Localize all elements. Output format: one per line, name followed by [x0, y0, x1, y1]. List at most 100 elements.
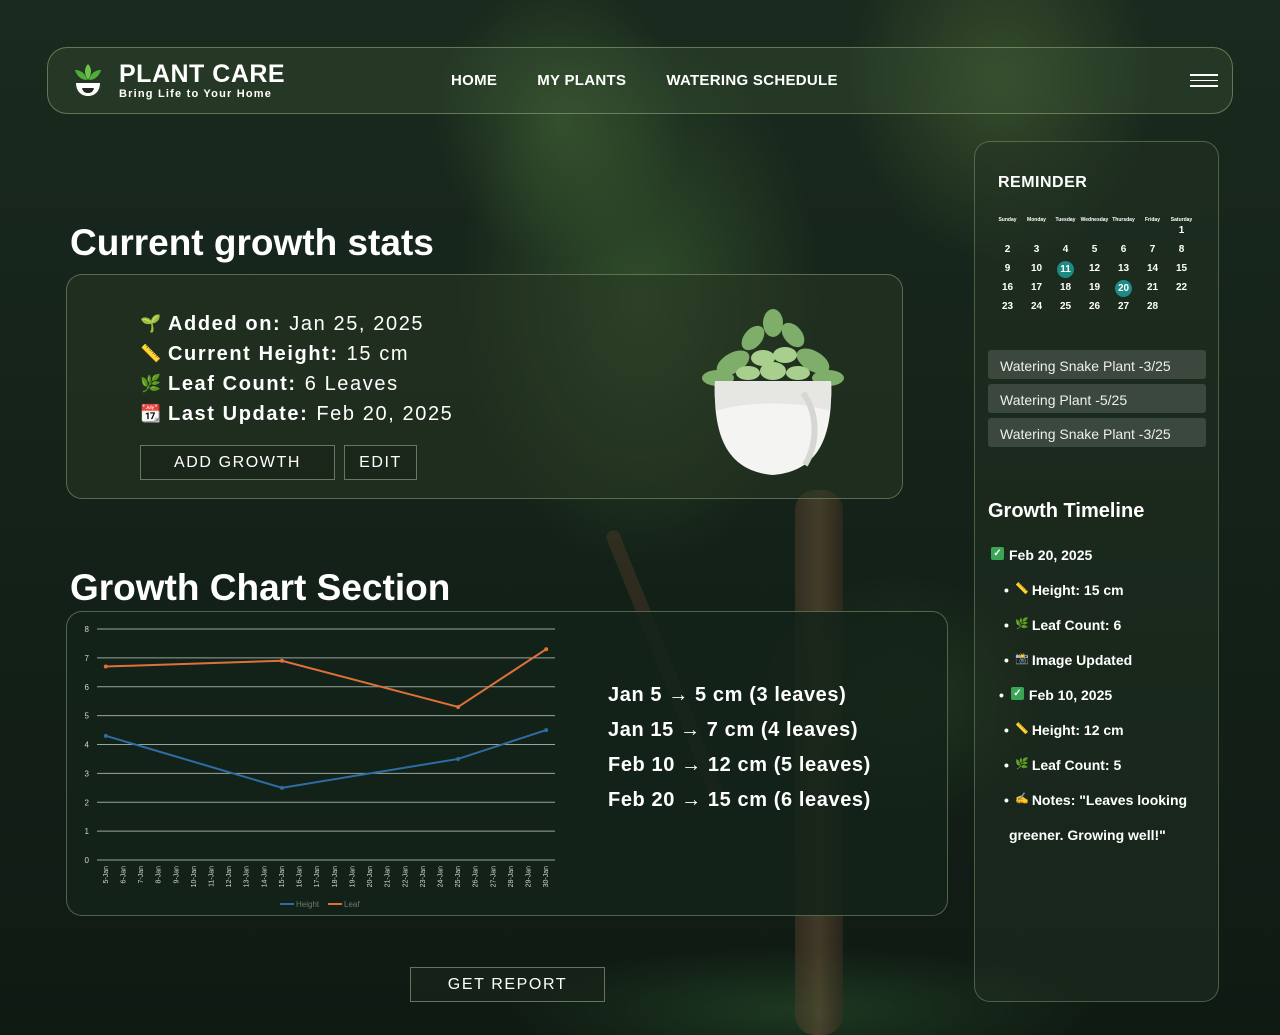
- x-tick-label: 16-Jan: [297, 866, 304, 888]
- timeline-item-text: greener. Growing well!": [1009, 827, 1166, 843]
- seedling-icon: 🌱: [140, 314, 163, 333]
- y-tick-label: 3: [85, 769, 90, 778]
- x-tick-label: 12-Jan: [226, 866, 233, 888]
- calendar-day[interactable]: 13: [1109, 261, 1138, 280]
- calendar-day: [1080, 223, 1109, 242]
- calendar-day[interactable]: 21: [1138, 280, 1167, 299]
- y-tick-label: 7: [85, 654, 90, 663]
- ruler-icon: 📏: [140, 344, 163, 363]
- nav-my-plants[interactable]: MY PLANTS: [537, 72, 626, 89]
- x-tick-label: 22-Jan: [402, 866, 409, 888]
- calendar-day[interactable]: 11: [1051, 261, 1080, 280]
- growth-notes: Jan 5 → 5 cm (3 leaves) Jan 15 → 7 cm (4…: [608, 684, 871, 824]
- nav-home[interactable]: HOME: [451, 72, 497, 89]
- y-tick-label: 4: [85, 741, 90, 750]
- y-tick-label: 2: [85, 798, 90, 807]
- stats-heading: Current growth stats: [70, 222, 434, 263]
- x-tick-label: 21-Jan: [385, 866, 392, 888]
- calendar-day[interactable]: 9: [993, 261, 1022, 280]
- calendar-day[interactable]: 14: [1138, 261, 1167, 280]
- hamburger-menu-icon[interactable]: [1190, 74, 1218, 88]
- calendar-day[interactable]: 20: [1109, 280, 1138, 299]
- x-tick-label: 10-Jan: [191, 866, 198, 888]
- x-tick-label: 6-Jan: [120, 866, 127, 884]
- calendar-day[interactable]: 4: [1051, 242, 1080, 261]
- calendar-day[interactable]: 18: [1051, 280, 1080, 299]
- calendar-day: [993, 223, 1022, 242]
- calendar-day[interactable]: 1: [1167, 223, 1196, 242]
- calendar-day[interactable]: 27: [1109, 299, 1138, 318]
- timeline-emoji-icon: 📏: [1012, 583, 1032, 595]
- timeline-item-text: Height: 12 cm: [1031, 722, 1124, 738]
- bullet: •: [1004, 722, 1009, 738]
- calendar-day[interactable]: 28: [1138, 299, 1167, 318]
- calendar-day: [1138, 223, 1167, 242]
- x-tick-label: 7-Jan: [138, 866, 145, 884]
- check-icon: ✓: [991, 547, 1004, 560]
- x-tick-label: 8-Jan: [156, 866, 163, 884]
- calendar-day[interactable]: 2: [993, 242, 1022, 261]
- growth-line-chart: 0 1 2 3 4 5 6 7 8 5-Jan 6-Jan 7-Jan 8-Jan 9-Jan 10-Jan…: [85, 625, 555, 909]
- timeline-emoji-icon: 🌿: [1012, 618, 1032, 630]
- calendar-day[interactable]: 19: [1080, 280, 1109, 299]
- calendar-day[interactable]: 15: [1167, 261, 1196, 280]
- x-tick-label: 20-Jan: [367, 866, 374, 888]
- data-point: [279, 785, 284, 790]
- calendar-day[interactable]: 16: [993, 280, 1022, 299]
- add-growth-button[interactable]: ADD GROWTH: [140, 445, 335, 480]
- calendar-day[interactable]: 7: [1138, 242, 1167, 261]
- chart-heading: Growth Chart Section: [70, 567, 451, 608]
- calendar-day[interactable]: 23: [993, 299, 1022, 318]
- edit-button[interactable]: EDIT: [344, 445, 417, 480]
- growth-timeline: ✓ Feb 20, 2025 • 📏 Height: 15 cm • 🌿 Leaf C…: [991, 547, 1216, 862]
- stat-current-height: 📏 Current Height: 15 cm: [140, 342, 410, 365]
- data-point: [544, 647, 549, 652]
- logo[interactable]: PLANT CARE Bring Life to Your Home: [70, 58, 285, 102]
- calendar-day[interactable]: 22: [1167, 280, 1196, 299]
- nav-watering-schedule[interactable]: WATERING SCHEDULE: [666, 72, 838, 89]
- calendar-day: [1022, 223, 1051, 242]
- calendar-week: 2345678: [993, 242, 1211, 261]
- calendar-day[interactable]: 5: [1080, 242, 1109, 261]
- x-tick-label: 17-Jan: [314, 866, 321, 888]
- x-tick-label: 29-Jan: [526, 866, 533, 888]
- growth-note: Jan 15 → 7 cm (4 leaves): [608, 719, 859, 741]
- reminder-item[interactable]: Watering Snake Plant -3/25: [988, 350, 1206, 379]
- calendar-day[interactable]: 26: [1080, 299, 1109, 318]
- calendar-day[interactable]: 10: [1022, 261, 1051, 280]
- x-tick-label: 19-Jan: [349, 866, 356, 888]
- timeline-emoji-icon: ✍: [1012, 793, 1032, 805]
- x-tick-label: 27-Jan: [490, 866, 497, 888]
- calendar-day: [1051, 223, 1080, 242]
- x-tick-label: 15-Jan: [279, 866, 286, 888]
- calendar-day[interactable]: 6: [1109, 242, 1138, 261]
- bullet: •: [1004, 582, 1009, 598]
- data-point: [456, 756, 461, 761]
- calendar-day[interactable]: 17: [1022, 280, 1051, 299]
- timeline-item-text: Leaf Count: 6: [1031, 617, 1122, 633]
- data-point: [279, 658, 284, 663]
- calendar-day[interactable]: 8: [1167, 242, 1196, 261]
- x-tick-label: 28-Jan: [508, 866, 515, 888]
- growth-note: Feb 10 → 12 cm (5 leaves): [608, 754, 871, 776]
- stat-leaf-count: 🌿 Leaf Count: 6 Leaves: [140, 372, 399, 395]
- main-nav: HOME MY PLANTS WATERING SCHEDULE: [451, 72, 838, 89]
- reminder-item[interactable]: Watering Plant -5/25: [988, 384, 1206, 413]
- y-tick-label: 8: [85, 625, 90, 634]
- calendar-day[interactable]: 12: [1080, 261, 1109, 280]
- x-tick-label: 13-Jan: [244, 866, 251, 888]
- timeline-emoji-icon: 📏: [1012, 723, 1032, 735]
- calendar-day[interactable]: 3: [1022, 242, 1051, 261]
- check-icon: ✓: [1010, 687, 1024, 700]
- reminder-item[interactable]: Watering Snake Plant -3/25: [988, 418, 1206, 447]
- calendar-day[interactable]: 25: [1051, 299, 1080, 318]
- sidebar: REMINDER Sunday Monday Tuesday Wednesday Thu…: [974, 141, 1219, 1002]
- timeline-entry: • ✍ Notes: "Leaves looking: [991, 792, 1216, 827]
- get-report-button[interactable]: GET REPORT: [410, 967, 605, 1002]
- x-tick-label: 23-Jan: [420, 866, 427, 888]
- herb-icon: 🌿: [140, 374, 163, 393]
- calendar-day[interactable]: 24: [1022, 299, 1051, 318]
- legend-label: Height: [296, 900, 320, 909]
- stats-card: 🌱 Added on: Jan 25, 2025 📏 Current Heigh…: [66, 274, 903, 499]
- timeline-entry: • 📏 Height: 15 cm: [991, 582, 1216, 617]
